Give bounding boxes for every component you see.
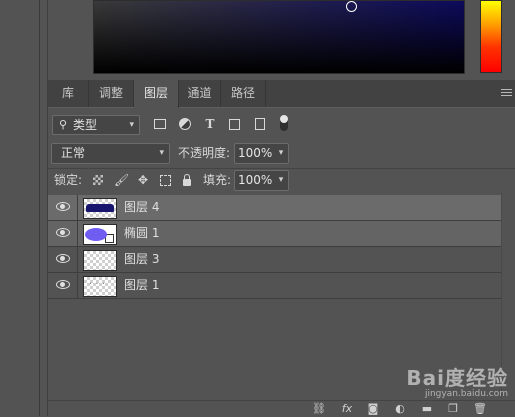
saturation-value-field[interactable] <box>93 0 465 74</box>
layer-filter-row: ⚲ 类型 ▾ T <box>48 113 515 137</box>
opacity-dropdown-button[interactable]: ▾ <box>274 143 289 164</box>
layer-row[interactable]: 图层 1 <box>48 273 501 299</box>
mask-icon[interactable]: ◙ <box>366 403 380 415</box>
tab-layers[interactable]: 图层 <box>134 80 179 108</box>
layer-thumbnail <box>83 224 117 245</box>
lock-row: 锁定: 🖌︎ ✥ 填充: 100% ▾ <box>48 168 515 191</box>
color-cursor[interactable] <box>346 1 357 12</box>
layer-row[interactable]: 椭圆 1 <box>48 221 501 247</box>
hue-slider[interactable] <box>480 0 502 73</box>
panel-menu-icon[interactable] <box>501 89 512 98</box>
chevron-down-icon: ▾ <box>159 148 164 158</box>
layer-name: 图层 3 <box>124 252 160 266</box>
color-picker <box>48 0 515 80</box>
fill-input[interactable]: 100% <box>234 170 275 191</box>
watermark: Bai度经验 jingyan.baidu.com <box>406 362 508 399</box>
shape-filter-icon[interactable] <box>227 117 241 131</box>
tab-libraries[interactable]: 库 <box>48 80 89 107</box>
fill-dropdown-button[interactable]: ▾ <box>274 170 289 191</box>
brush-icon[interactable]: 🖌︎ <box>114 173 129 187</box>
chevron-down-icon: ▾ <box>129 120 134 130</box>
layer-name: 图层 4 <box>124 200 160 214</box>
move-icon[interactable]: ✥ <box>136 173 150 187</box>
filter-kind-label: 类型 <box>73 118 98 132</box>
lock-label: 锁定: <box>54 173 83 187</box>
layer-row[interactable]: 图层 3 <box>48 247 501 273</box>
blend-mode-value: 正常 <box>61 146 86 160</box>
tab-channels[interactable]: 通道 <box>179 80 221 107</box>
tab-adjustments[interactable]: 调整 <box>89 80 134 107</box>
filter-toggle[interactable] <box>280 115 288 131</box>
eye-icon[interactable] <box>56 254 70 263</box>
watermark-main: Bai度经验 <box>406 366 508 390</box>
adjustment-filter-icon[interactable] <box>178 117 192 131</box>
filter-kind-select[interactable]: ⚲ 类型 ▾ <box>52 115 140 135</box>
eye-icon[interactable] <box>56 228 70 237</box>
layer-name: 图层 1 <box>124 278 160 292</box>
layer-thumbnail <box>83 250 117 271</box>
layer-row[interactable]: 图层 4 <box>48 195 501 221</box>
new-layer-icon[interactable]: ❐ <box>446 403 460 415</box>
tab-paths[interactable]: 路径 <box>221 80 266 107</box>
type-filter-icon[interactable]: T <box>203 117 217 131</box>
layer-thumbnail <box>83 198 117 219</box>
opacity-label: 不透明度: <box>178 146 231 160</box>
image-filter-icon[interactable] <box>153 117 167 131</box>
artboard-icon[interactable] <box>158 173 172 187</box>
blend-mode-select[interactable]: 正常 ▾ <box>51 143 170 164</box>
fx-icon[interactable]: fx <box>340 403 354 415</box>
layers-bottom-toolbar: ⛓︎ fx ◙ ◐ ▬ ❐ 🗑︎ <box>48 400 515 417</box>
search-icon: ⚲ <box>59 118 68 131</box>
smart-object-filter-icon[interactable] <box>252 117 266 131</box>
folder-icon[interactable]: ▬ <box>420 403 434 415</box>
layers-panel: 库 调整 图层 通道 路径 ⚲ 类型 ▾ T 正常 ▾ 不透明度: 100% ▾… <box>47 0 515 417</box>
left-dock <box>0 0 40 416</box>
adjustment-layer-icon[interactable]: ◐ <box>393 403 407 415</box>
eye-icon[interactable] <box>56 202 70 211</box>
layer-thumbnail <box>83 276 117 297</box>
blend-row: 正常 ▾ 不透明度: 100% ▾ <box>48 142 515 164</box>
eye-icon[interactable] <box>56 280 70 289</box>
link-icon[interactable]: ⛓︎ <box>312 403 326 415</box>
layer-name: 椭圆 1 <box>124 226 160 240</box>
fill-label: 填充: <box>203 173 232 187</box>
lock-transparency-icon[interactable] <box>91 173 105 187</box>
lock-icon[interactable] <box>180 173 194 187</box>
trash-icon[interactable]: 🗑︎ <box>473 403 487 415</box>
shape-layer-badge-icon <box>105 234 114 243</box>
opacity-input[interactable]: 100% <box>234 143 275 164</box>
panel-tabs: 库 调整 图层 通道 路径 <box>48 80 515 108</box>
